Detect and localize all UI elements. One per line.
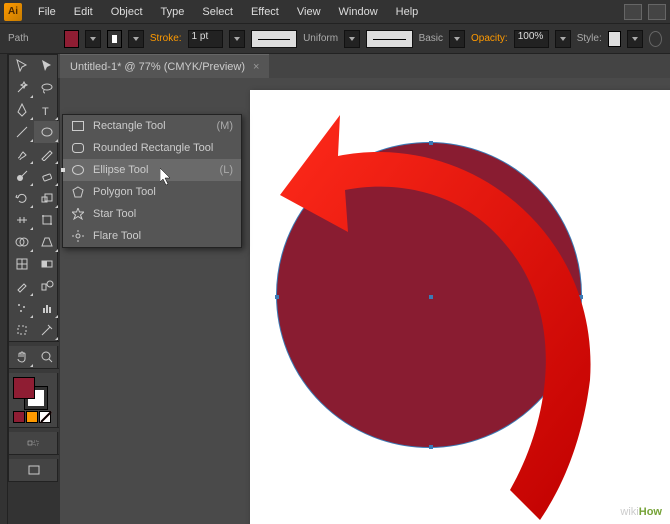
gradient-tool[interactable] <box>34 253 59 275</box>
workspace-icon[interactable] <box>624 4 642 20</box>
rounded-rectangle-icon <box>71 141 85 155</box>
basic-label: Basic <box>419 33 443 44</box>
star-icon <box>71 207 85 221</box>
graph-tool[interactable] <box>34 297 59 319</box>
blob-brush-tool[interactable] <box>9 165 34 187</box>
polygon-icon <box>71 185 85 199</box>
style-dd[interactable] <box>627 30 643 48</box>
menu-help[interactable]: Help <box>388 3 427 21</box>
mini-swatches <box>9 411 59 427</box>
opacity-dd[interactable] <box>555 30 571 48</box>
flyout-polygon[interactable]: Polygon Tool <box>63 181 241 203</box>
flare-icon <box>71 229 85 243</box>
menu-effect[interactable]: Effect <box>243 3 287 21</box>
symbol-sprayer-tool[interactable] <box>9 297 34 319</box>
tab-bar: Untitled-1* @ 77% (CMYK/Preview) × <box>0 54 670 78</box>
mesh-tool[interactable] <box>9 253 34 275</box>
flyout-rectangle[interactable]: Rectangle Tool(M) <box>63 115 241 137</box>
watermark: wikiHow <box>620 502 662 518</box>
free-transform-tool[interactable] <box>34 209 59 231</box>
left-panel-strip <box>0 54 8 524</box>
shape-builder-tool[interactable] <box>9 231 34 253</box>
direct-selection-tool[interactable] <box>34 55 59 77</box>
lasso-tool[interactable] <box>34 77 59 99</box>
stroke-swatch[interactable] <box>107 30 122 48</box>
menu-select[interactable]: Select <box>194 3 241 21</box>
stroke-weight-input[interactable]: 1 pt <box>188 30 223 48</box>
annotation-arrow <box>210 78 640 524</box>
app-logo: Ai <box>4 3 22 21</box>
style-swatch[interactable] <box>608 31 621 47</box>
path-label: Path <box>8 33 29 44</box>
stroke-profile[interactable] <box>251 30 298 48</box>
recolor-icon[interactable] <box>649 31 662 47</box>
screen-mode[interactable] <box>9 459 59 481</box>
selection-tool[interactable] <box>9 55 34 77</box>
scale-tool[interactable] <box>34 187 59 209</box>
mini-swatch[interactable] <box>13 411 25 423</box>
stroke-weight-dd[interactable] <box>229 30 245 48</box>
blend-tool[interactable] <box>34 275 59 297</box>
brush-def[interactable] <box>366 30 413 48</box>
shape-tool-flyout: Rectangle Tool(M) Rounded Rectangle Tool… <box>62 114 242 248</box>
style-label: Style: <box>577 33 602 44</box>
pencil-tool[interactable] <box>34 143 59 165</box>
control-bar: Path Stroke: 1 pt Uniform Basic Opacity:… <box>0 24 670 54</box>
menu-window[interactable]: Window <box>331 3 386 21</box>
draw-mode[interactable] <box>9 432 59 454</box>
brush-dd[interactable] <box>449 30 465 48</box>
zoom-tool[interactable] <box>34 346 59 368</box>
magic-wand-tool[interactable] <box>9 77 34 99</box>
ellipse-icon <box>71 163 85 177</box>
flyout-rounded-rectangle[interactable]: Rounded Rectangle Tool <box>63 137 241 159</box>
shape-tool[interactable] <box>34 121 59 143</box>
menu-view[interactable]: View <box>289 3 329 21</box>
toolbar: T <box>8 54 58 482</box>
menu-edit[interactable]: Edit <box>66 3 101 21</box>
paintbrush-tool[interactable] <box>9 143 34 165</box>
opacity-input[interactable]: 100% <box>514 30 549 48</box>
perspective-tool[interactable] <box>34 231 59 253</box>
fill-dropdown[interactable] <box>85 30 101 48</box>
eraser-tool[interactable] <box>34 165 59 187</box>
uniform-label: Uniform <box>303 33 338 44</box>
flyout-flare[interactable]: Flare Tool <box>63 225 241 247</box>
mouse-cursor <box>160 168 174 186</box>
menu-bar: Ai File Edit Object Type Select Effect V… <box>0 0 670 24</box>
menu-file[interactable]: File <box>30 3 64 21</box>
profile-dd[interactable] <box>344 30 360 48</box>
tab-close-icon[interactable]: × <box>253 61 259 73</box>
flyout-star[interactable]: Star Tool <box>63 203 241 225</box>
rectangle-icon <box>71 119 85 133</box>
flyout-ellipse[interactable]: Ellipse Tool(L) <box>63 159 241 181</box>
svg-text:T: T <box>42 106 49 117</box>
artboard[interactable] <box>250 90 670 524</box>
menu-object[interactable]: Object <box>103 3 151 21</box>
stroke-dropdown[interactable] <box>128 30 144 48</box>
mini-swatch-none[interactable] <box>39 411 51 423</box>
fill-swatch[interactable] <box>64 30 79 48</box>
color-picker[interactable] <box>9 373 59 411</box>
line-tool[interactable] <box>9 121 34 143</box>
rotate-tool[interactable] <box>9 187 34 209</box>
artboard-tool[interactable] <box>9 319 34 341</box>
eyedropper-tool[interactable] <box>9 275 34 297</box>
document-tab[interactable]: Untitled-1* @ 77% (CMYK/Preview) × <box>60 54 269 78</box>
tab-title: Untitled-1* @ 77% (CMYK/Preview) <box>70 61 245 73</box>
width-tool[interactable] <box>9 209 34 231</box>
hand-tool[interactable] <box>9 346 34 368</box>
menu-type[interactable]: Type <box>153 3 193 21</box>
arrange-icon[interactable] <box>648 4 666 20</box>
slice-tool[interactable] <box>34 319 59 341</box>
fill-color-swatch[interactable] <box>13 377 35 399</box>
pen-tool[interactable] <box>9 99 34 121</box>
opacity-label[interactable]: Opacity: <box>471 33 508 44</box>
mini-swatch[interactable] <box>26 411 38 423</box>
type-tool[interactable]: T <box>34 99 59 121</box>
stroke-label[interactable]: Stroke: <box>150 33 182 44</box>
